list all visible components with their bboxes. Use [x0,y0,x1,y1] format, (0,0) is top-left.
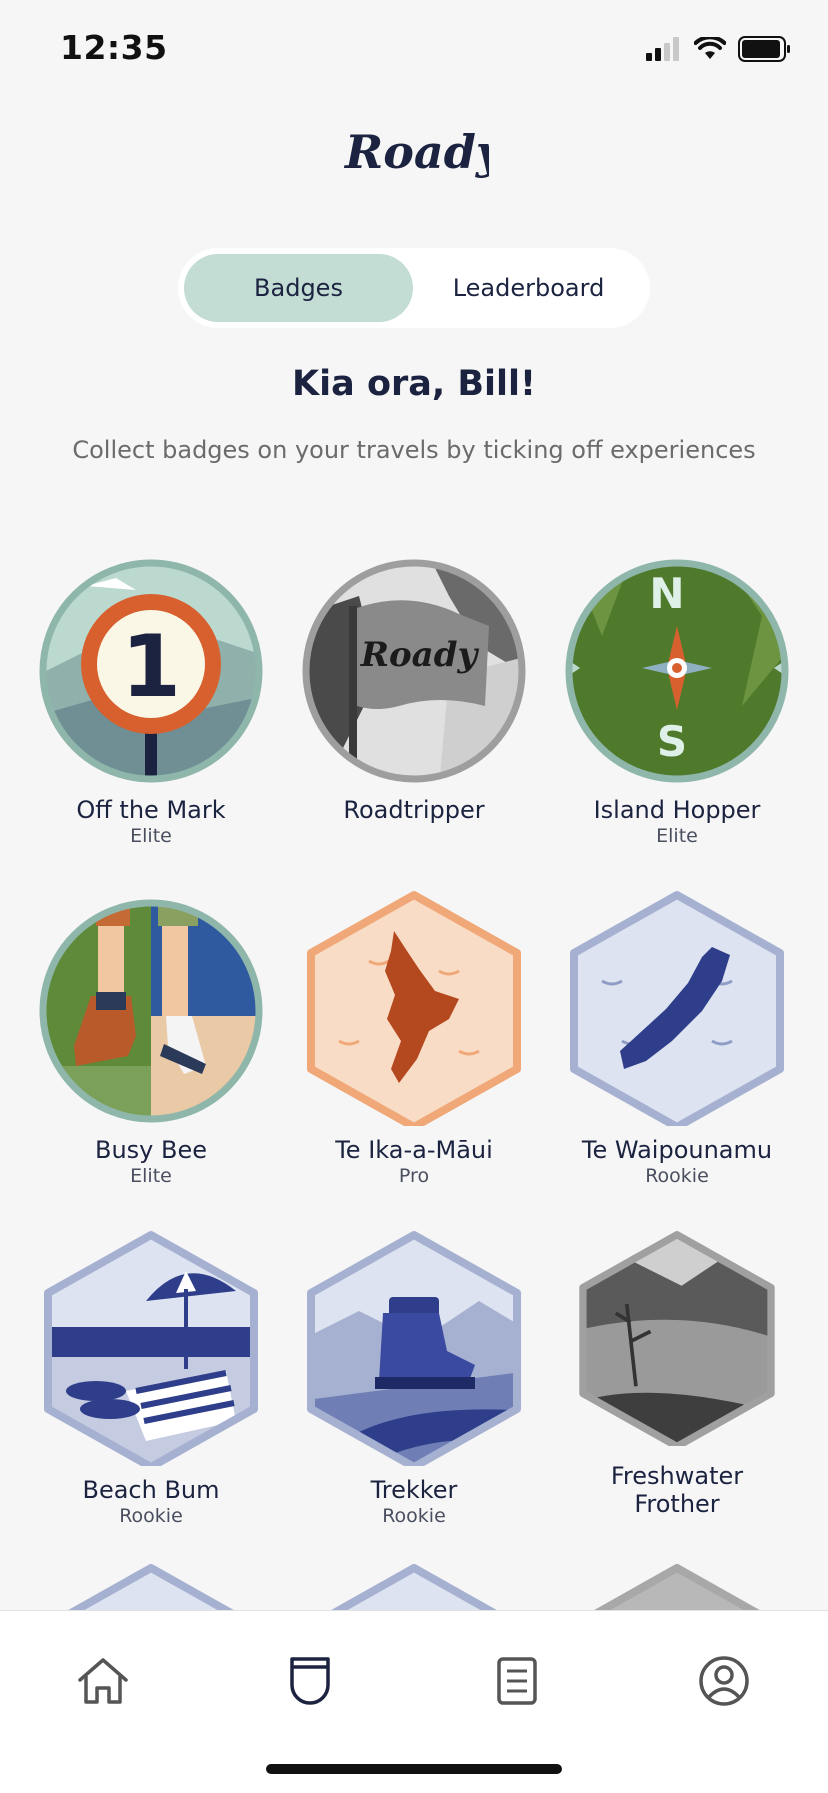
south-island-map-badge-icon [570,891,784,1126]
badge-name: Island Hopper [593,796,761,824]
badge-icon [290,1657,330,1705]
wifi-icon [694,37,726,59]
road-sign-badge-icon: 1 [39,559,263,783]
view-toggle: Badges Leaderboard [178,248,650,328]
status-time: 12:35 [60,28,168,67]
badge-level: Rookie [382,1505,446,1527]
cellular-signal-icon [646,37,679,61]
badge-trekker[interactable]: Trekker Rookie [283,1226,545,1528]
north-island-map-badge-icon [307,891,521,1126]
badge-island-hopper[interactable]: N S Island Hopper Elite [546,556,808,848]
home-icon [78,1658,128,1704]
badge-level: Pro [398,1165,430,1187]
battery-icon [738,36,790,62]
hiking-feet-badge-icon [39,899,263,1123]
badge-level: Rookie [119,1505,183,1527]
tab-home[interactable] [63,1641,143,1721]
badge-off-the-mark[interactable]: 1 Off the Mark Elite [20,556,282,848]
badge-level: Rookie [645,1165,709,1187]
subtitle-text: Collect badges on your travels by tickin… [72,436,756,464]
badge-name: Te Waipounamu [581,1136,773,1164]
app-logo: Roady [0,118,828,184]
badge-busy-bee[interactable]: Busy Bee Elite [20,896,282,1188]
roady-logo: Roady [343,125,489,179]
greeting-heading: Kia ora, Bill! [292,364,536,404]
badge-name: Freshwater Frother [610,1462,744,1518]
tab-list[interactable] [477,1641,557,1721]
badge-name: Beach Bum [82,1476,220,1504]
badge-level: Elite [130,825,172,847]
badge-name: Trekker [370,1476,458,1504]
svg-text:1: 1 [121,617,181,717]
badge-freshwater-frother[interactable]: Freshwater Frother [546,1226,808,1518]
status-icons [646,36,792,62]
badge-name: Te Ika-a-Māui [335,1136,493,1164]
hiking-boot-badge-icon [307,1231,521,1466]
tab-badges-nav[interactable] [270,1641,350,1721]
badge-name: Roadtripper [343,796,485,824]
tab-badges[interactable]: Badges [184,254,413,322]
badge-peek-1 [36,1564,266,1614]
profile-icon [699,1656,749,1706]
badge-beach-bum[interactable]: Beach Bum Rookie [20,1226,282,1528]
tab-leaderboard[interactable]: Leaderboard [413,254,644,322]
lake-badge-icon [579,1231,775,1446]
compass-badge-icon: N S [565,559,789,783]
badge-name: Off the Mark [76,796,226,824]
svg-text:N: N [649,569,684,618]
badge-peek-2 [299,1564,529,1614]
badge-level: Elite [130,1165,172,1187]
beach-umbrella-badge-icon [44,1231,258,1466]
svg-text:Roady: Roady [343,125,489,179]
badge-peek-3 [562,1564,792,1614]
badge-te-ika-a-maui[interactable]: Te Ika-a-Māui Pro [283,886,545,1188]
home-indicator [266,1764,562,1774]
badge-level: Elite [656,825,698,847]
status-bar: 12:35 [0,0,828,100]
badge-roadtripper[interactable]: Roady Roadtripper [283,556,545,824]
badge-name: Busy Bee [94,1136,207,1164]
tab-profile[interactable] [684,1641,764,1721]
svg-text:S: S [657,717,687,766]
list-icon [497,1657,537,1705]
flag-badge-icon: Roady [302,559,526,783]
svg-text:Roady: Roady [360,635,480,675]
badge-te-waipounamu[interactable]: Te Waipounamu Rookie [546,886,808,1188]
